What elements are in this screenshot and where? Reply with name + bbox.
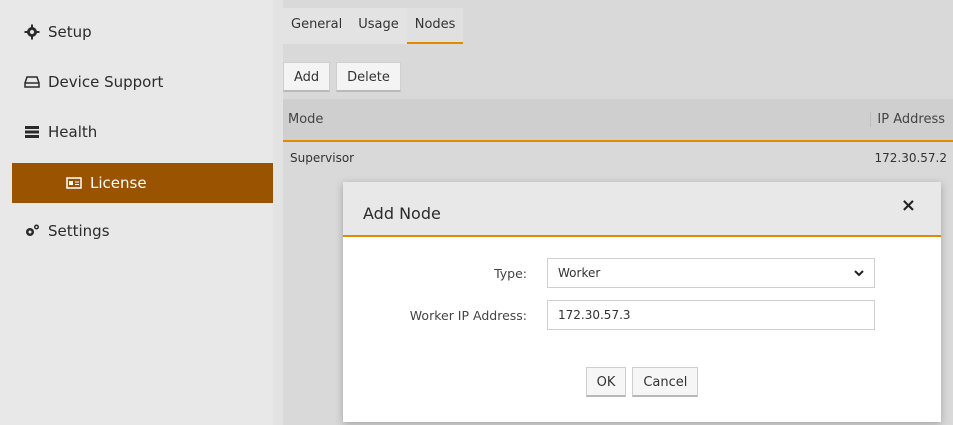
sidebar-item-label: Health xyxy=(48,123,98,141)
delete-button[interactable]: Delete xyxy=(336,62,401,92)
worker-ip-input[interactable] xyxy=(547,300,875,330)
add-node-dialog: Add Node × Type: Worker Worker IP Addres… xyxy=(343,182,941,422)
dialog-header: Add Node × xyxy=(343,182,941,237)
sidebar-item-health[interactable]: Health xyxy=(0,112,273,152)
tab-general[interactable]: General xyxy=(283,8,350,44)
gear-icon xyxy=(24,24,40,40)
close-icon[interactable]: × xyxy=(901,195,916,222)
server-stack-icon xyxy=(24,124,40,140)
sidebar-item-label: Settings xyxy=(48,222,110,240)
table-row[interactable]: Supervisor 172.30.57.2 xyxy=(283,144,953,172)
sidebar-item-setup[interactable]: Setup xyxy=(0,12,273,52)
dialog-title: Add Node xyxy=(363,204,441,223)
type-row: Type: Worker xyxy=(343,257,941,289)
toolbar: Add Delete xyxy=(283,62,401,92)
dialog-actions: OK Cancel xyxy=(343,367,941,397)
column-header-mode[interactable]: Mode xyxy=(288,112,323,127)
column-header-ip-address[interactable]: IP Address xyxy=(870,112,945,127)
sidebar-item-license[interactable]: License xyxy=(12,163,273,203)
gears-icon xyxy=(24,223,40,239)
grid-header: Mode IP Address xyxy=(283,99,953,142)
drive-icon xyxy=(24,74,40,90)
id-card-icon xyxy=(66,175,82,191)
worker-ip-row: Worker IP Address: xyxy=(343,299,941,331)
sidebar: Setup Device Support Health License Sett… xyxy=(0,0,273,425)
cell-ip-address: 172.30.57.2 xyxy=(874,151,947,165)
tab-bar: General Usage Nodes xyxy=(283,8,464,44)
type-select[interactable]: Worker xyxy=(547,258,875,288)
cancel-button[interactable]: Cancel xyxy=(632,367,699,397)
tab-nodes[interactable]: Nodes xyxy=(406,8,464,44)
sidebar-item-label: Device Support xyxy=(48,73,164,91)
tab-usage[interactable]: Usage xyxy=(350,8,407,44)
ok-button[interactable]: OK xyxy=(585,367,627,397)
chevron-down-icon xyxy=(854,266,864,280)
worker-ip-label: Worker IP Address: xyxy=(409,307,527,323)
sidebar-item-label: License xyxy=(90,174,147,192)
sidebar-item-label: Setup xyxy=(48,23,92,41)
type-label: Type: xyxy=(494,265,527,281)
cell-mode: Supervisor xyxy=(290,151,355,165)
add-button[interactable]: Add xyxy=(283,62,331,92)
type-select-value: Worker xyxy=(558,266,601,280)
sidebar-item-device-support[interactable]: Device Support xyxy=(0,62,273,102)
sidebar-item-settings[interactable]: Settings xyxy=(0,211,273,251)
